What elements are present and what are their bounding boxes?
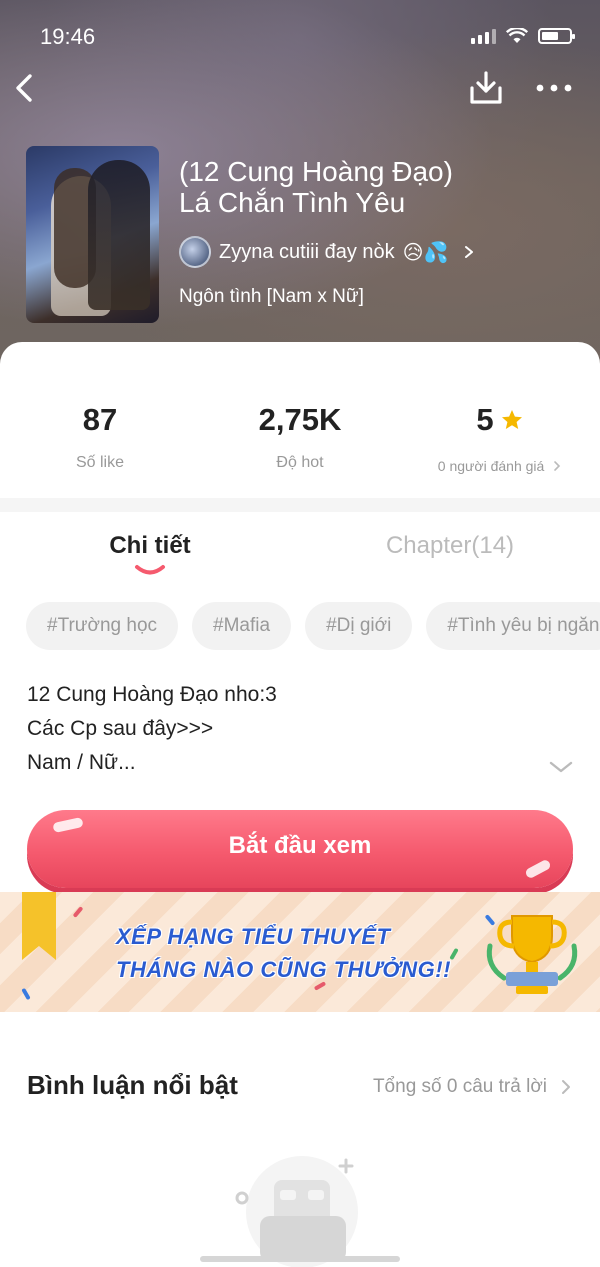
stat-hot-label: Độ hot	[276, 454, 324, 471]
stat-likes-label: Số like	[75, 454, 125, 471]
status-bar: 19:46	[0, 0, 600, 72]
download-icon[interactable]	[468, 70, 504, 106]
stat-likes: 87 Số like	[0, 402, 200, 472]
section-divider	[0, 498, 600, 512]
start-reading-label: Bắt đầu xem	[228, 832, 372, 859]
stat-rating-value: 5	[476, 402, 494, 437]
book-title: (12 Cung Hoàng Đạo) Lá Chắn Tình Yêu	[179, 156, 579, 218]
description-line: Nam / Nữ...	[27, 751, 136, 774]
banner-text: XẾP HẠNG TIỂU THUYẾT THÁNG NÀO CŨNG THƯỞ…	[116, 920, 451, 986]
bookmark-icon	[22, 892, 56, 960]
tag-chip[interactable]: #Trường học	[26, 602, 179, 650]
author-name: Zyyna cutiii đay nòk	[219, 240, 395, 263]
chevron-right-icon[interactable]	[559, 1078, 573, 1096]
book-genre: Ngôn tình [Nam x Nữ]	[179, 286, 364, 307]
signal-icon	[471, 28, 496, 44]
description-line: Các Cp sau đây>>>	[27, 717, 214, 740]
book-title-line2: Lá Chắn Tình Yêu	[179, 187, 406, 218]
star-icon	[501, 410, 522, 429]
stat-hot-value: 2,75K	[258, 402, 342, 437]
author-link[interactable]: Zyyna cutiii đay nòk 😥💦	[179, 236, 476, 268]
empty-comments-illustration	[235, 1156, 358, 1267]
detail-sheet: 87 Số like 2,75K Độ hot 5 0 người đánh g…	[0, 342, 600, 1267]
tag-chip[interactable]: #Dị giới	[305, 602, 413, 650]
comments-title: Bình luận nổi bật	[27, 1070, 238, 1100]
chevron-right-icon	[554, 461, 561, 471]
comments-header: Bình luận nổi bật Tổng số 0 câu trả lời	[27, 1070, 573, 1110]
comments-count[interactable]: Tổng số 0 câu trả lời	[373, 1076, 547, 1098]
stat-rating[interactable]: 5 0 người đánh giá	[400, 402, 600, 474]
banner-line2: THÁNG NÀO CŨNG THƯỞNG!!	[116, 957, 451, 982]
tab-active-indicator	[135, 565, 165, 575]
chevron-down-icon[interactable]	[548, 758, 574, 776]
stat-likes-value: 87	[82, 402, 118, 437]
author-avatar	[179, 236, 211, 268]
home-indicator	[200, 1256, 400, 1262]
stat-rating-label: 0 người đánh giá	[400, 458, 600, 474]
back-icon[interactable]	[10, 70, 44, 106]
trophy-icon	[486, 915, 578, 994]
tag-list: #Trường học #Mafia #Dị giới #Tình yêu bị…	[26, 602, 600, 650]
description-line: 12 Cung Hoàng Đạo nho:3	[27, 683, 277, 706]
ranking-banner[interactable]: XẾP HẠNG TIỂU THUYẾT THÁNG NÀO CŨNG THƯỞ…	[0, 892, 600, 1012]
tab-chapter[interactable]: Chapter(14)	[300, 532, 600, 560]
chevron-right-icon	[465, 246, 474, 258]
author-emoji: 😥💦	[402, 241, 449, 264]
more-icon[interactable]	[535, 78, 573, 98]
tag-chip[interactable]: #Mafia	[192, 602, 292, 650]
stat-hot: 2,75K Độ hot	[200, 402, 400, 472]
tab-detail[interactable]: Chi tiết	[0, 532, 300, 560]
stats-row: 87 Số like 2,75K Độ hot 5 0 người đánh g…	[0, 342, 600, 498]
tag-chip[interactable]: #Tình yêu bị ngăn	[426, 602, 600, 650]
book-description: 12 Cung Hoàng Đạo nho:3 Các Cp sau đây>>…	[27, 678, 547, 780]
start-reading-button[interactable]: Bắt đầu xem	[27, 810, 573, 888]
banner-line1: XẾP HẠNG TIỂU THUYẾT	[116, 924, 391, 949]
book-cover	[26, 146, 159, 323]
status-icons	[471, 28, 575, 44]
tab-bar: Chi tiết Chapter(14)	[0, 512, 600, 592]
status-time: 19:46	[40, 24, 96, 49]
wifi-icon	[506, 28, 528, 43]
battery-icon	[538, 28, 575, 44]
book-title-line1: (12 Cung Hoàng Đạo)	[179, 156, 453, 187]
